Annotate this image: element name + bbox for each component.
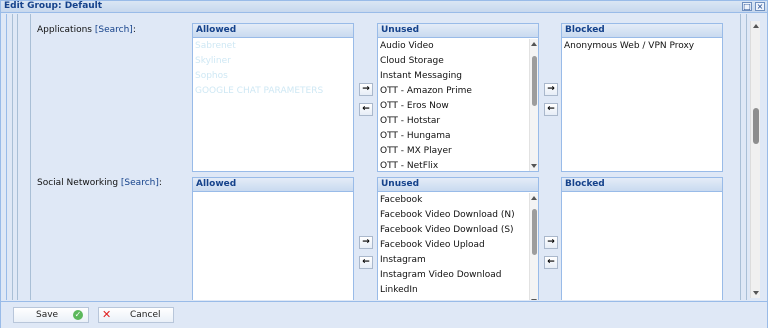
blocked-list: Anonymous Web / VPN Proxy (562, 39, 722, 171)
list-item[interactable]: Instant Messaging (378, 69, 528, 84)
divider (12, 14, 13, 300)
list-item[interactable]: Sophos (193, 69, 353, 84)
move-left-button[interactable]: ← (359, 256, 373, 269)
move-right-button[interactable]: → (544, 83, 558, 96)
list-item[interactable]: OTT - NetFlix (378, 159, 528, 171)
label-colon: : (158, 178, 162, 188)
divider (17, 14, 18, 300)
list-item[interactable]: OTT - Amazon Prime (378, 84, 528, 99)
list-item[interactable]: Facebook (378, 193, 528, 208)
scroll-up-icon[interactable] (531, 42, 537, 46)
scroll-down-icon[interactable] (531, 299, 537, 300)
label-colon: : (132, 25, 136, 35)
scroll-down-icon[interactable] (531, 164, 537, 168)
list-item[interactable]: Facebook Video Download (N) (378, 208, 528, 223)
panel-header: Unused (378, 178, 538, 192)
group-label-social-networking: Social Networking [Search]: (37, 178, 162, 188)
move-left-button[interactable]: ← (544, 103, 558, 116)
scroll-up-icon[interactable] (531, 196, 537, 200)
panel-header: Allowed (193, 24, 353, 38)
move-right-button[interactable]: → (359, 236, 373, 249)
list-item[interactable]: OTT - Hungama (378, 129, 528, 144)
move-right-button[interactable]: → (544, 236, 558, 249)
list-item[interactable]: LinkedIn (378, 283, 528, 298)
list-item[interactable]: OTT - MX Player (378, 144, 528, 159)
scroll-thumb[interactable] (753, 108, 759, 144)
allowed-list: Sabrenet Skyliner Sophos GOOGLE CHAT PAR… (193, 39, 353, 171)
list-item[interactable]: Skyliner (193, 54, 353, 69)
scroll-thumb[interactable] (532, 56, 537, 106)
allowed-panel-social-networking: Allowed (192, 177, 354, 300)
close-icon[interactable]: × (755, 2, 765, 11)
list-scrollbar[interactable] (529, 39, 538, 171)
list-item[interactable]: Anonymous Web / VPN Proxy (562, 39, 722, 54)
allowed-panel-applications: Allowed Sabrenet Skyliner Sophos GOOGLE … (192, 23, 354, 172)
panel-header: Blocked (562, 178, 722, 192)
search-link[interactable]: [Search] (95, 25, 133, 35)
check-icon: ✓ (73, 310, 83, 320)
move-left-button[interactable]: ← (544, 256, 558, 269)
group-title: Applications (37, 25, 92, 35)
unused-list: Facebook Facebook Video Download (N) Fac… (378, 193, 528, 300)
unused-panel-applications: Unused Audio Video Cloud Storage Instant… (377, 23, 539, 172)
list-item[interactable]: Instagram (378, 253, 528, 268)
panel-header: Unused (378, 24, 538, 38)
group-title: Social Networking (37, 178, 119, 188)
window-titlebar: Edit Group: Default □ × (1, 1, 767, 13)
list-item[interactable]: OTT - Hotstar (378, 114, 528, 129)
list-item[interactable]: Cloud Storage (378, 54, 528, 69)
list-item[interactable]: Facebook Video Upload (378, 238, 528, 253)
allowed-list (193, 193, 353, 300)
list-item[interactable]: Instagram Video Download (378, 268, 528, 283)
cancel-label: Cancel (130, 310, 161, 320)
window-title: Edit Group: Default (4, 1, 103, 11)
blocked-panel-social-networking: Blocked (561, 177, 723, 300)
list-scrollbar[interactable] (529, 193, 538, 300)
unused-panel-social-networking: Unused Facebook Facebook Video Download … (377, 177, 539, 300)
edit-group-window: Edit Group: Default □ × Applications [Se… (0, 0, 768, 328)
panel-header: Allowed (193, 178, 353, 192)
save-label: Save (36, 310, 59, 320)
divider (30, 14, 31, 300)
scroll-down-icon[interactable] (753, 291, 759, 295)
window-scrollbar[interactable] (750, 21, 760, 298)
list-item[interactable]: OTT - Eros Now (378, 99, 528, 114)
save-button[interactable]: Save ✓ (13, 307, 89, 323)
groups-body: Applications [Search]: Allowed Sabrenet … (6, 14, 763, 300)
move-left-button[interactable]: ← (359, 103, 373, 116)
divider (746, 14, 747, 300)
move-right-button[interactable]: → (359, 83, 373, 96)
cancel-x-icon: ✕ (102, 308, 112, 321)
search-link[interactable]: [Search] (121, 178, 159, 188)
blocked-panel-applications: Blocked Anonymous Web / VPN Proxy (561, 23, 723, 172)
cancel-button[interactable]: ✕ Cancel (98, 307, 174, 323)
list-item[interactable]: Sabrenet (193, 39, 353, 54)
list-item[interactable]: Facebook Video Download (S) (378, 223, 528, 238)
scroll-up-icon[interactable] (753, 24, 759, 28)
restore-icon[interactable]: □ (742, 2, 752, 11)
panel-header: Blocked (562, 24, 722, 38)
footer-toolbar: Save ✓ ✕ Cancel (1, 301, 767, 328)
list-item[interactable]: GOOGLE CHAT PARAMETERS (193, 84, 353, 99)
scroll-thumb[interactable] (532, 209, 537, 255)
divider (740, 14, 741, 300)
group-label-applications: Applications [Search]: (37, 25, 136, 35)
blocked-list (562, 193, 722, 300)
list-item[interactable]: Audio Video (378, 39, 528, 54)
unused-list: Audio Video Cloud Storage Instant Messag… (378, 39, 528, 171)
